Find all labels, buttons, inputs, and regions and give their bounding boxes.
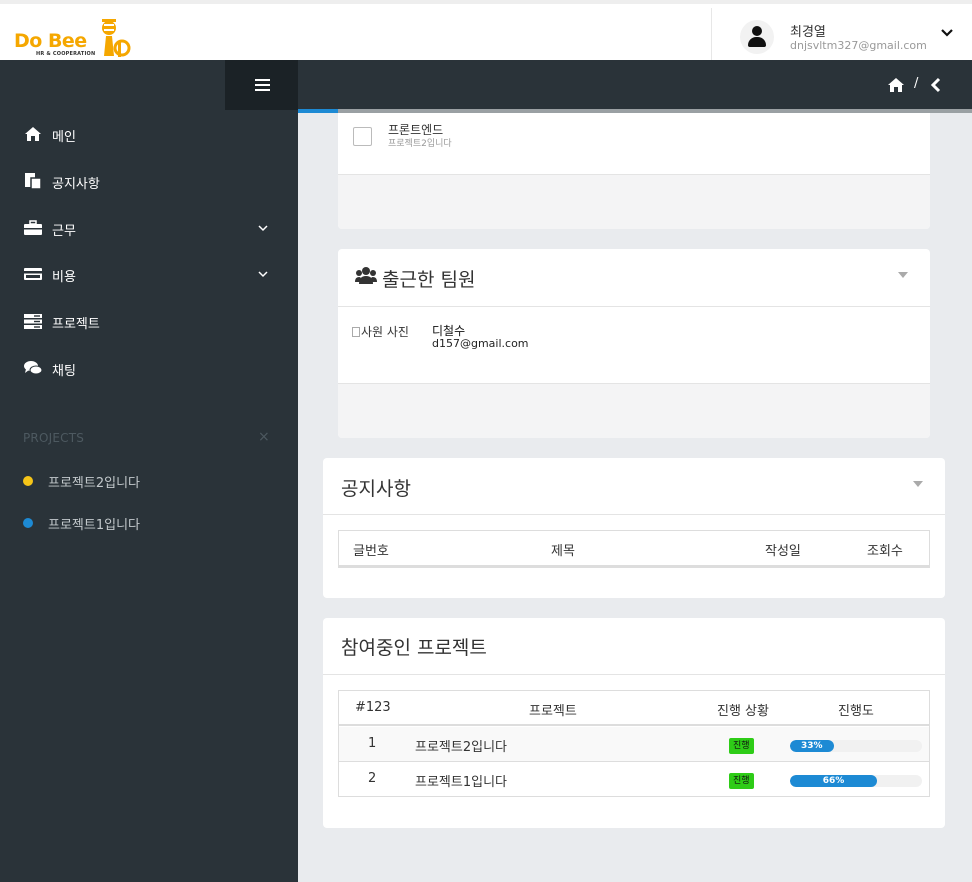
breadcrumb-separator: / — [914, 76, 919, 91]
progress-bar-fill: 33% — [790, 740, 834, 752]
status-badge: 진행 — [729, 738, 754, 754]
home-icon — [25, 127, 41, 141]
sidebar-item-work[interactable]: 근무 — [0, 208, 298, 248]
todo-subtitle: 프로젝트2입니다 — [388, 139, 452, 149]
progress-bar-fill: 66% — [790, 775, 878, 787]
table-header: #123 프로젝트 진행 상황 진행도 — [339, 691, 929, 726]
progress-bar: 33% — [790, 740, 922, 752]
notice-icon — [25, 173, 42, 189]
projects-table: #123 프로젝트 진행 상황 진행도 1 프로젝트2입니다 진행 33% 2 … — [338, 690, 930, 797]
sidebar-item-notice[interactable]: 공지사항 — [0, 161, 298, 201]
table-row[interactable]: 2 프로젝트1입니다 진행 66% — [339, 762, 929, 797]
collapse-caret-icon[interactable] — [898, 272, 908, 278]
projects-panel: 참여중인 프로젝트 #123 프로젝트 진행 상황 진행도 1 프로젝트2입니다… — [323, 618, 945, 828]
progress-bar: 66% — [790, 775, 922, 787]
chevron-down-icon — [258, 271, 268, 278]
broken-image-icon — [352, 327, 360, 337]
team-member[interactable]: 사원 사진 디철수 d157@gmail.com — [338, 306, 930, 383]
member-photo-alt: 사원 사진 — [361, 325, 409, 339]
sidebar-item-label: 채팅 — [52, 364, 76, 379]
user-name: 최경열 — [790, 25, 826, 40]
sidebar-item-label: 비용 — [52, 270, 76, 285]
column-header[interactable]: 조회수 — [867, 540, 903, 559]
project-color-dot — [23, 518, 33, 528]
breadcrumb-bar: / — [298, 60, 972, 113]
table-row[interactable]: 1 프로젝트2입니다 진행 33% — [339, 727, 929, 762]
sidebar-project-item[interactable]: 프로젝트1입니다 — [0, 508, 298, 538]
briefcase-icon — [24, 220, 42, 235]
project-label: 프로젝트1입니다 — [48, 518, 140, 533]
todo-panel: 프론트엔드 프로젝트2입니다 — [338, 113, 930, 229]
sidebar-item-project[interactable]: 프로젝트 — [0, 301, 298, 341]
notice-table: 글번호 제목 작성일 조회수 — [338, 530, 930, 568]
status-badge: 진행 — [729, 773, 754, 789]
table-header: 글번호 제목 작성일 조회수 — [339, 531, 929, 568]
project-name[interactable]: 프로젝트2입니다 — [415, 736, 507, 755]
page-load-progress-fill — [298, 109, 339, 113]
panel-divider — [323, 514, 945, 515]
row-number: 1 — [368, 736, 377, 751]
member-photo: 사원 사진 — [352, 323, 409, 340]
panel-footer — [338, 174, 930, 229]
sidebar-item-chat[interactable]: 채팅 — [0, 348, 298, 388]
user-menu[interactable]: 최경열 dnjsvltm327@gmail.com — [711, 8, 972, 64]
collapse-caret-icon[interactable] — [913, 481, 923, 487]
user-email: dnjsvltm327@gmail.com — [790, 39, 927, 52]
column-header[interactable]: 진행도 — [838, 700, 874, 719]
column-header[interactable]: 제목 — [551, 540, 575, 559]
hamburger-icon — [255, 79, 270, 91]
column-header[interactable]: 진행 상황 — [717, 700, 769, 719]
avatar — [740, 20, 774, 54]
column-header[interactable]: 작성일 — [765, 540, 801, 559]
team-panel: 출근한 팀원 사원 사진 디철수 d157@gmail.com — [338, 249, 930, 438]
todo-checkbox[interactable] — [353, 127, 372, 146]
users-icon — [355, 267, 377, 284]
chevron-down-icon — [258, 225, 268, 232]
sidebar-item-label: 공지사항 — [52, 177, 100, 192]
logo-text: Do Bee — [14, 30, 87, 52]
notice-panel: 공지사항 글번호 제목 작성일 조회수 — [323, 458, 945, 598]
sidebar-item-expense[interactable]: 비용 — [0, 254, 298, 294]
panel-divider — [323, 674, 945, 675]
chat-icon — [24, 361, 42, 375]
chevron-left-icon[interactable] — [930, 77, 942, 93]
projects-section-title: PROJECTS — [23, 431, 85, 445]
server-icon — [24, 314, 42, 329]
column-header[interactable]: #123 — [355, 700, 391, 715]
sidebar-item-label: 근무 — [52, 224, 76, 239]
row-number: 2 — [368, 771, 377, 786]
notice-panel-title: 공지사항 — [341, 478, 411, 500]
column-header[interactable]: 프로젝트 — [529, 700, 577, 719]
chevron-down-icon[interactable] — [940, 26, 954, 40]
sidebar-project-item[interactable]: 프로젝트2입니다 — [0, 466, 298, 496]
sidebar-item-main[interactable]: 메인 — [0, 114, 298, 154]
logo[interactable]: Do Bee HR & COOPERATION — [12, 14, 137, 62]
project-label: 프로젝트2입니다 — [48, 476, 140, 491]
sidebar-toggle-button[interactable] — [225, 60, 298, 110]
logo-subtext: HR & COOPERATION — [36, 51, 96, 57]
team-panel-title: 출근한 팀원 — [382, 269, 476, 291]
credit-card-icon — [24, 268, 42, 280]
member-email: d157@gmail.com — [432, 337, 529, 350]
sidebar-item-label: 프로젝트 — [52, 317, 100, 332]
panel-footer — [338, 383, 930, 438]
project-color-dot — [23, 476, 33, 486]
sidebar-item-label: 메인 — [52, 130, 76, 145]
top-header: Do Bee HR & COOPERATION 최경열 dnjsvltm327@… — [0, 0, 972, 64]
sidebar: 메인 공지사항 근무 비용 프로젝트 채팅 PROJECTS × 프로젝트2입니… — [0, 60, 298, 882]
column-header[interactable]: 글번호 — [353, 540, 389, 559]
projects-panel-title: 참여중인 프로젝트 — [341, 637, 487, 659]
home-icon[interactable] — [887, 77, 905, 93]
project-name[interactable]: 프로젝트1입니다 — [415, 771, 507, 790]
projects-close-icon[interactable]: × — [258, 429, 270, 445]
logo-bee-icon — [102, 19, 131, 57]
